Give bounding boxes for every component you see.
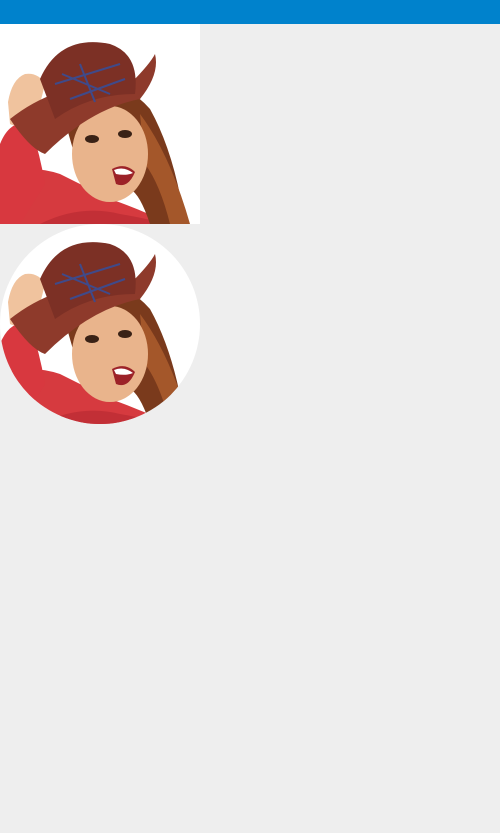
portrait-photo-icon (0, 224, 200, 424)
app-bar (0, 0, 500, 24)
portrait-photo-icon (0, 24, 200, 224)
square-image-view (0, 24, 200, 224)
circle-image-view (0, 224, 200, 424)
